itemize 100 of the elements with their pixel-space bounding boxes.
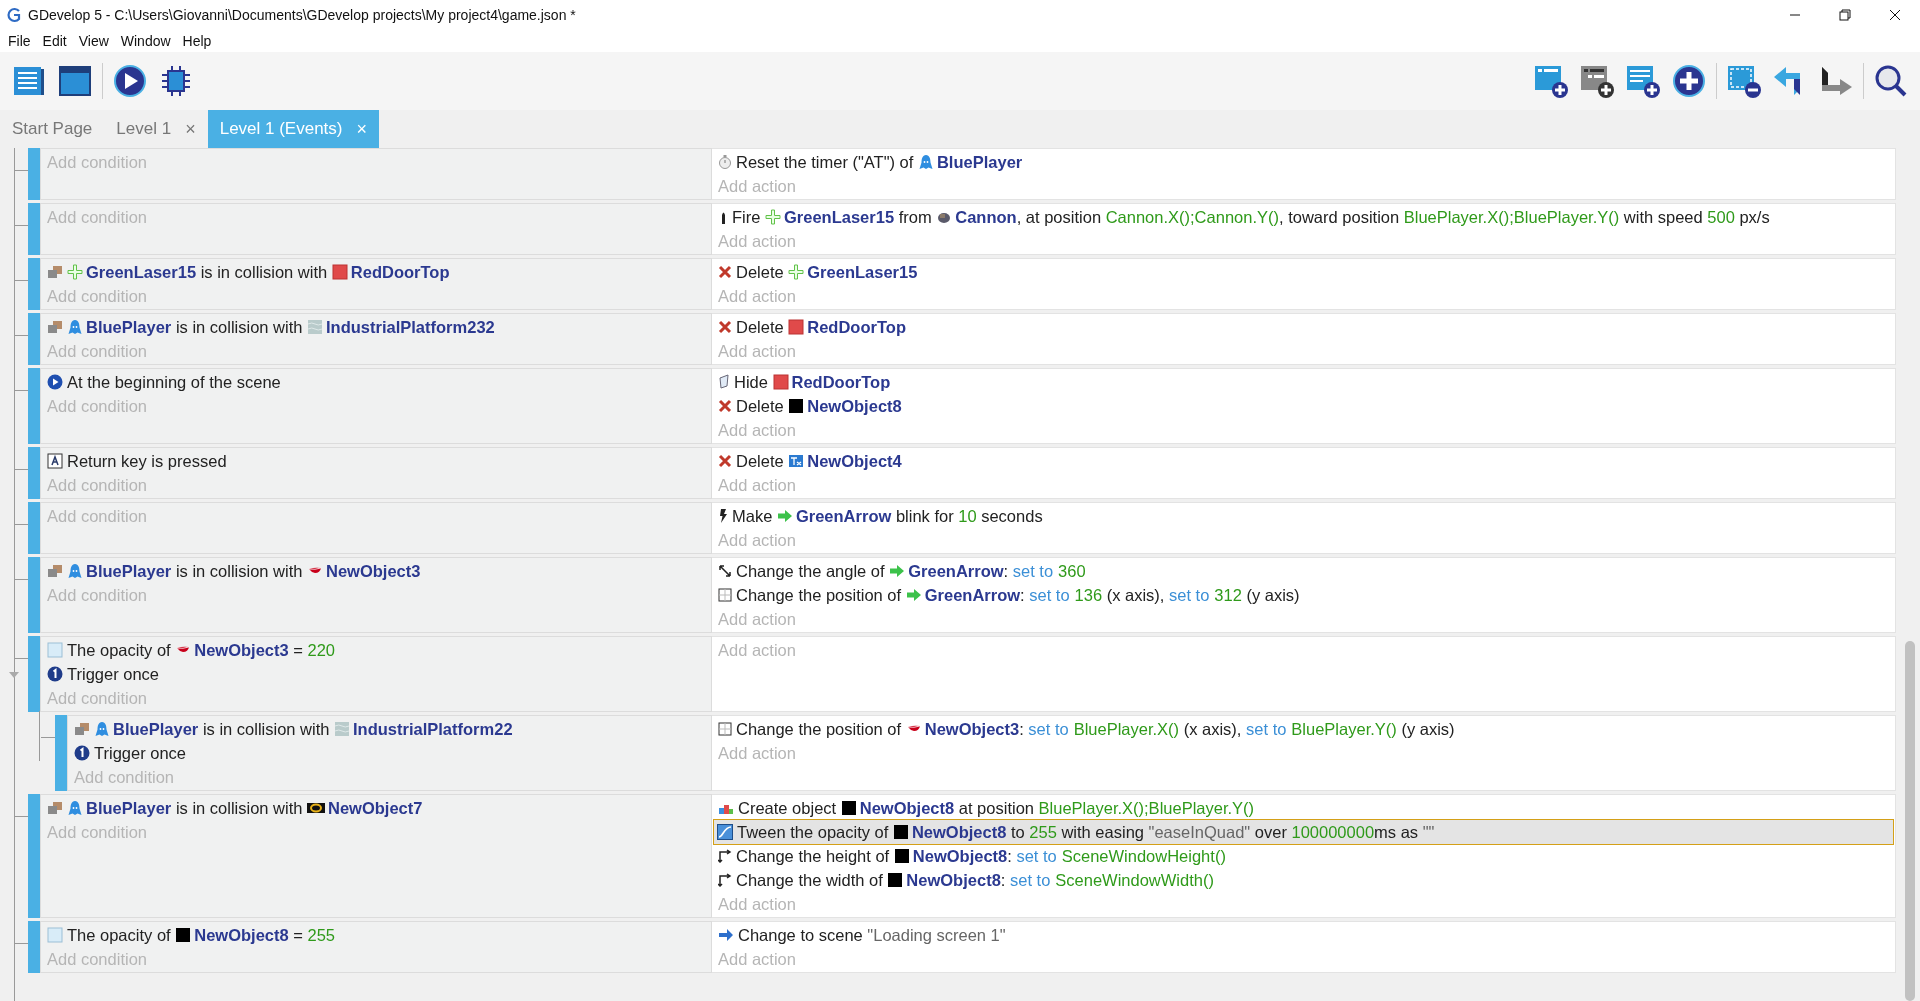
instruction-row[interactable]: Trigger once: [74, 741, 705, 765]
parameter-value: 500: [1707, 207, 1735, 228]
instruction-row[interactable]: The opacity of NewObject8 = 255: [47, 923, 705, 947]
instruction-row[interactable]: BluePlayer is in collision with NewObject7: [47, 796, 705, 820]
instruction-text: from: [897, 207, 933, 228]
instruction-text: Change the height of: [736, 846, 891, 867]
object-name: NewObject4: [807, 451, 902, 472]
instruction-row[interactable]: Delete NewObject4: [718, 449, 1889, 473]
plus-icon: [788, 264, 805, 280]
event-handle[interactable]: [28, 794, 40, 918]
instruction-row[interactable]: Create object NewObject8 at position BluePlayer.X();BluePlayer.Y(): [718, 796, 1889, 820]
object-name: NewObject8: [911, 822, 1007, 843]
tab-label[interactable]: Level 1: [116, 119, 172, 139]
event-handle[interactable]: [28, 921, 40, 973]
ghost-icon: [67, 800, 83, 816]
menu-item[interactable]: View: [72, 33, 115, 49]
event-handle[interactable]: [28, 502, 40, 554]
ghost-icon: [67, 319, 83, 335]
operator-text: set to: [1028, 719, 1069, 740]
close-tab-button[interactable]: ×: [185, 118, 196, 140]
stopwatch-icon: [718, 154, 732, 170]
event-handle[interactable]: [28, 447, 40, 499]
instruction-row[interactable]: Trigger once: [47, 662, 705, 686]
instruction-text: :: [1019, 719, 1025, 740]
menu-item[interactable]: Help: [176, 33, 218, 49]
square-icon: [772, 374, 789, 390]
instruction-row[interactable]: Change the width of NewObject8: set to SceneWindowWidth(): [718, 868, 1889, 892]
event-handle[interactable]: [28, 203, 40, 255]
tab-label[interactable]: Start Page: [12, 119, 93, 139]
event-handle[interactable]: [28, 313, 40, 365]
plus-icon: [765, 209, 781, 225]
instruction-text: is in collision with: [199, 262, 329, 283]
instruction-row[interactable]: Delete NewObject8: [718, 394, 1889, 418]
instruction-row[interactable]: BluePlayer is in collision with IndustrialPlatform22: [74, 717, 705, 741]
menu-item[interactable]: Window: [114, 33, 177, 49]
collapse-arrow-icon[interactable]: [8, 671, 20, 679]
square-icon: [887, 872, 904, 888]
instruction-row[interactable]: Delete GreenLaser15: [718, 260, 1889, 284]
instruction-text: , at position: [1016, 207, 1103, 228]
event-handle[interactable]: [28, 636, 40, 712]
object-name: NewObject3: [326, 561, 421, 582]
texture-icon: [307, 319, 323, 335]
instruction-row[interactable]: At the beginning of the scene: [47, 370, 705, 394]
event-handle[interactable]: [28, 368, 40, 444]
instruction-row[interactable]: Hide RedDoorTop: [718, 370, 1889, 394]
circle-icon: [47, 666, 63, 682]
instruction-text: is in collision with: [174, 317, 304, 338]
instruction-row[interactable]: BluePlayer is in collision with IndustrialPlatform232: [47, 315, 705, 339]
instruction-row[interactable]: Change the position of NewObject3: set to BluePlayer.X() (x axis), set to BluePlayer.Y() (y axis): [718, 717, 1889, 741]
instruction-row[interactable]: Change the position of GreenArrow: set to 136 (x axis), set to 312 (y axis): [718, 583, 1889, 607]
object-name: BluePlayer: [86, 798, 172, 819]
object-name: BluePlayer: [86, 561, 172, 582]
instruction-row[interactable]: Change the height of NewObject8: set to SceneWindowHeight(): [718, 844, 1889, 868]
event-handle[interactable]: [55, 715, 67, 791]
instruction-row[interactable]: Delete RedDoorTop: [718, 315, 1889, 339]
instruction-row[interactable]: GreenLaser15 is in collision with RedDoorTop: [47, 260, 705, 284]
square-icon: [840, 800, 857, 816]
instruction-row[interactable]: The opacity of NewObject3 = 220: [47, 638, 705, 662]
instruction-row[interactable]: Return key is pressed: [47, 449, 705, 473]
object-name: Cannon: [955, 207, 1017, 228]
instruction-text: At the beginning of the scene: [67, 372, 281, 393]
menu-item[interactable]: Edit: [36, 33, 73, 49]
arrow-icon: [905, 587, 922, 603]
overlap-icon: [47, 319, 63, 335]
square-icon: [788, 398, 805, 414]
menu-item[interactable]: File: [2, 33, 37, 49]
scrollbar-thumb[interactable]: [1905, 641, 1915, 1001]
instruction-row[interactable]: Reset the timer ("AT") of BluePlayer: [718, 150, 1889, 174]
event-handle[interactable]: [28, 258, 40, 310]
circle-icon: [74, 745, 90, 761]
object-name: GreenArrow: [908, 561, 1004, 582]
instruction-text: :: [1020, 585, 1026, 606]
close-icon[interactable]: [1889, 9, 1901, 21]
parameter-value: 360: [1058, 561, 1086, 582]
instruction-text: Reset the timer ("AT") of: [736, 152, 915, 173]
instruction-text: px/s: [1738, 207, 1770, 228]
instruction-text: =: [292, 640, 304, 661]
operator-text: set to: [1029, 585, 1070, 606]
instruction-text: Change the width of: [736, 870, 884, 891]
operator-text: set to: [1016, 846, 1057, 867]
instruction-row[interactable]: Make GreenArrow blink for 10 seconds: [718, 504, 1889, 528]
overlap-icon: [47, 800, 63, 816]
eraser-icon: [718, 374, 730, 390]
object-name: IndustrialPlatform232: [326, 317, 495, 338]
instruction-row[interactable]: Tween the opacity of NewObject8 to 255 with easing "easeInQuad" over 100000000ms as "": [714, 820, 1893, 844]
instruction-row[interactable]: Fire GreenLaser15 from Cannon, at position Cannon.X();Cannon.Y(), toward position BluePlayer.X();BluePlayer.Y() with speed 500 px/s: [718, 205, 1889, 229]
instruction-text: (y axis): [1245, 585, 1300, 606]
object-name: NewObject7: [328, 798, 423, 819]
window-title: GDevelop 5 - C:\Users\Giovanni\Documents\GDevelop projects\My project4\game.json *: [28, 7, 577, 23]
object-name: NewObject8: [807, 396, 902, 417]
instruction-text: to: [1009, 822, 1026, 843]
event-handle[interactable]: [28, 148, 40, 200]
instruction-row[interactable]: Change the angle of GreenArrow: set to 360: [718, 559, 1889, 583]
square-icon: [47, 642, 63, 658]
instruction-row[interactable]: Change to scene "Loading screen 1": [718, 923, 1889, 947]
restore-icon[interactable]: [1839, 9, 1851, 21]
instruction-text: The opacity of: [67, 640, 172, 661]
instruction-row[interactable]: BluePlayer is in collision with NewObject3: [47, 559, 705, 583]
resize-icon: [718, 873, 732, 887]
event-handle[interactable]: [28, 557, 40, 633]
